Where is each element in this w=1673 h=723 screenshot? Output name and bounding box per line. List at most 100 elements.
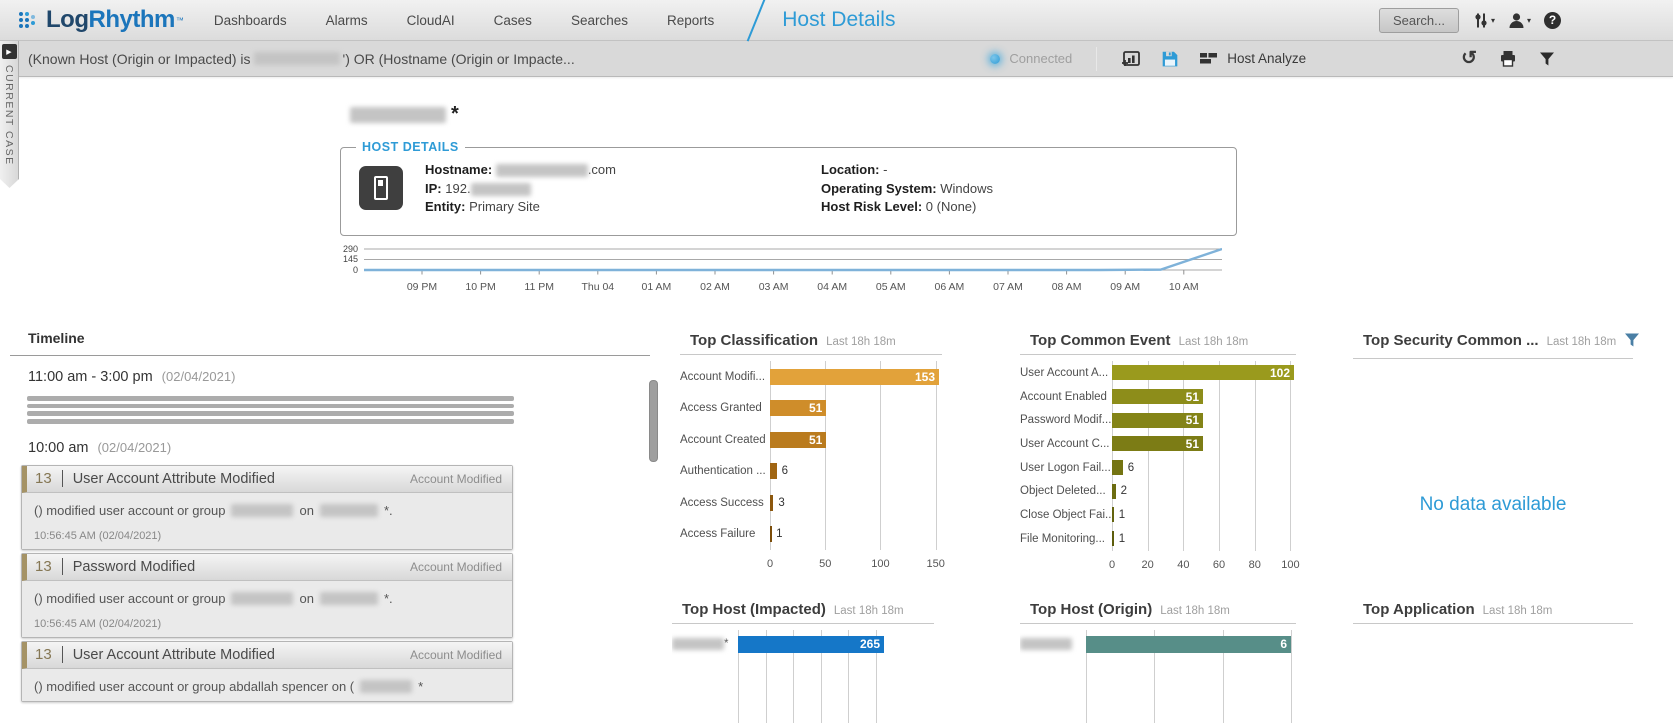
bar-value: 1 — [776, 528, 782, 540]
bar[interactable] — [770, 526, 772, 542]
risk-field: Host Risk Level: 0 (None) — [821, 198, 993, 217]
filter-bar: (Known Host (Origin or Impacted) is ') O… — [0, 41, 1673, 77]
bar-value: 6 — [782, 465, 788, 477]
bar[interactable]: 51 — [1112, 413, 1203, 428]
axis-tick-label: 20 — [1142, 559, 1154, 571]
event-description: () modified user account or groupon*. — [34, 503, 500, 518]
top-application-panel: Top Application Last 18h 18m — [1353, 601, 1633, 624]
bar-row: 51 — [1112, 408, 1294, 432]
bar-row: 6 — [1086, 630, 1291, 658]
event-classification: Account Modified — [410, 560, 502, 574]
event-description-text: on — [299, 591, 313, 606]
filter-query[interactable]: (Known Host (Origin or Impacted) is ') O… — [28, 51, 575, 67]
bar[interactable]: 265 — [738, 636, 884, 653]
host-analyze-button[interactable]: Host Analyze — [1199, 51, 1306, 66]
bar[interactable] — [770, 463, 777, 479]
category-label: * — [672, 630, 738, 658]
nav-item-searches[interactable]: Searches — [571, 13, 628, 28]
bar-value: 153 — [915, 370, 939, 384]
event-classification: Account Modified — [410, 472, 502, 486]
category-label: File Monitoring... — [1020, 527, 1112, 551]
undo-icon[interactable]: ↺ — [1461, 51, 1477, 67]
redacted-text — [320, 592, 378, 605]
bar[interactable]: 51 — [770, 432, 826, 448]
category-label: Access Success — [680, 487, 770, 519]
category-label: Close Object Fai... — [1020, 503, 1112, 527]
y-tick-label: 145 — [343, 255, 358, 264]
bar[interactable]: 102 — [1112, 365, 1294, 380]
bar-value: 102 — [1270, 366, 1294, 380]
chart-subtitle: Last 18h 18m — [1483, 605, 1553, 617]
help-icon[interactable]: ? — [1544, 12, 1561, 29]
bar-row: 51 — [770, 424, 939, 456]
chart-subtitle: Last 18h 18m — [1160, 605, 1230, 617]
time-tick-label: 04 AM — [817, 281, 847, 293]
bar[interactable] — [1112, 484, 1116, 499]
bar[interactable]: 51 — [770, 400, 826, 416]
save-icon[interactable] — [1161, 50, 1179, 68]
events-sparkline[interactable]: 2901450 09 PM10 PM11 PMThu 0401 AM02 AM0… — [340, 244, 1240, 298]
nav-item-dashboards[interactable]: Dashboards — [214, 13, 287, 28]
timeline-events: 13User Account Attribute ModifiedAccount… — [21, 465, 513, 702]
nav-item-cloudai[interactable]: CloudAI — [407, 13, 455, 28]
bar[interactable]: 51 — [1112, 436, 1203, 451]
filter-settings-icon[interactable]: ▾ — [1472, 12, 1495, 29]
timeline-event-card[interactable]: 13User Account Attribute ModifiedAccount… — [21, 465, 513, 550]
nav-item-reports[interactable]: Reports — [667, 13, 714, 28]
chart-category-labels: * — [672, 630, 738, 723]
bar-row: 2 — [1112, 479, 1294, 503]
filter-icon[interactable] — [1624, 332, 1640, 353]
time-tick-label: 10 AM — [1169, 281, 1199, 293]
collapsed-event-rows[interactable] — [27, 396, 514, 424]
redacted-text — [231, 504, 293, 517]
sparkline-y-axis: 2901450 — [340, 244, 360, 276]
logrhythm-app: LogRhythm™ Dashboards Alarms CloudAI Cas… — [0, 0, 1673, 723]
event-count: 13 — [35, 470, 52, 487]
category-label: Account Created — [680, 424, 770, 456]
chart-title: Top Common Event — [1030, 332, 1171, 349]
print-icon[interactable] — [1499, 50, 1517, 67]
hostname-field: Hostname: .com — [425, 161, 616, 180]
top-host-origin-panel: Top Host (Origin) Last 18h 18m 6 — [1020, 601, 1296, 723]
bar[interactable] — [770, 495, 773, 511]
timeline-event-card[interactable]: 13Password ModifiedAccount Modified () mo… — [21, 553, 513, 638]
time-tick-label: 03 AM — [759, 281, 789, 293]
event-description: () modified user account or group on *. — [34, 591, 500, 606]
chart-subtitle: Last 18h 18m — [834, 605, 904, 617]
host-fields-left: Hostname: .com IP: 192. Entity: Primary … — [425, 161, 616, 217]
time-tick-label: 05 AM — [876, 281, 906, 293]
current-case-tab[interactable]: ▶ CURRENT CASE — [0, 41, 19, 188]
search-button[interactable]: Search... — [1379, 8, 1459, 33]
axis-tick-label: 0 — [767, 558, 773, 570]
timeline-scrollbar[interactable] — [649, 380, 658, 462]
user-menu-icon[interactable]: ▾ — [1508, 12, 1531, 29]
bar[interactable] — [1112, 531, 1114, 546]
category-label: Access Granted — [680, 393, 770, 425]
event-description-text: () modified user account or group — [34, 591, 225, 606]
category-label: Password Modif... — [1020, 408, 1112, 432]
bar-value: 6 — [1128, 462, 1134, 474]
bar[interactable]: 51 — [1112, 389, 1203, 404]
bar-row: 1 — [1112, 527, 1294, 551]
logrhythm-logo[interactable]: LogRhythm™ — [18, 6, 184, 34]
add-widget-icon[interactable] — [1121, 50, 1141, 68]
chart-category-labels — [1020, 630, 1086, 723]
event-card-header: 13Password ModifiedAccount Modified — [22, 554, 512, 581]
bar[interactable] — [1112, 460, 1123, 475]
bar[interactable]: 153 — [770, 369, 939, 385]
timeline-event-card[interactable]: 13User Account Attribute ModifiedAccount… — [21, 641, 513, 702]
filter-icon[interactable] — [1539, 51, 1555, 67]
bar[interactable] — [1112, 507, 1114, 522]
redacted-text — [231, 592, 293, 605]
event-description-text: *. — [384, 591, 393, 606]
no-data-message: No data available — [1353, 494, 1633, 516]
top-nav: LogRhythm™ Dashboards Alarms CloudAI Cas… — [0, 0, 1673, 41]
bar-value: 2 — [1121, 485, 1127, 497]
axis-tick-label: 40 — [1177, 559, 1189, 571]
nav-item-alarms[interactable]: Alarms — [326, 13, 368, 28]
timeline-range: 11:00 am - 3:00 pm(02/04/2021) — [28, 369, 513, 385]
bar[interactable]: 6 — [1086, 636, 1291, 653]
bar-row: 51 — [1112, 385, 1294, 409]
nav-item-cases[interactable]: Cases — [494, 13, 532, 28]
brand-rhythm: Rhythm — [88, 6, 174, 34]
